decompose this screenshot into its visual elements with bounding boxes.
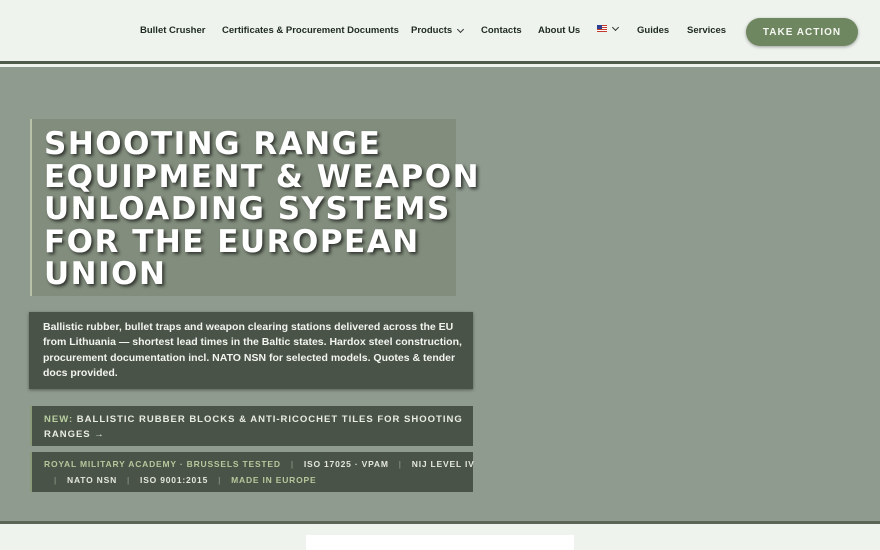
nav-products[interactable]: Products [411, 25, 465, 36]
hero-title: SHOOTING RANGE EQUIPMENT & WEAPON UNLOAD… [44, 126, 481, 292]
cert-iso-9001: ISO 9001:2015 [140, 475, 209, 485]
cert-separator: | [54, 475, 58, 485]
chevron-down-icon [611, 23, 620, 31]
nav-contacts[interactable]: Contacts [481, 25, 522, 36]
nav-about-us[interactable]: About Us [538, 25, 580, 36]
news-tag: NEW: [44, 414, 74, 425]
certifications-line-1: ROYAL MILITARY ACADEMY · BRUSSELS TESTED… [44, 459, 475, 469]
cert-separator: | [127, 475, 131, 485]
cert-made-in-europe: MADE IN EUROPE [231, 475, 317, 485]
nav-bullet-crusher[interactable]: Bullet Crusher [140, 25, 205, 36]
certifications-line-2: | NATO NSN | ISO 9001:2015 | MADE IN EUR… [44, 475, 316, 485]
cert-nij-level: NIJ LEVEL IV [411, 459, 475, 469]
cert-separator: | [218, 475, 222, 485]
news-link[interactable]: NEW: BALLISTIC RUBBER BLOCKS & ANTI-RICO… [44, 413, 464, 442]
cert-rma-tested: ROYAL MILITARY ACADEMY · BRUSSELS TESTED [44, 459, 281, 469]
nav-certificates[interactable]: Certificates & Procurement Documents [222, 25, 399, 36]
cert-iso-17025: ISO 17025 · VPAM [303, 459, 389, 469]
content-card-edge [306, 535, 574, 550]
hero-description: Ballistic rubber, bullet traps and weapo… [43, 321, 462, 379]
news-text: BALLISTIC RUBBER BLOCKS & ANTI-RICOCHET … [44, 414, 463, 440]
cert-nato-nsn: NATO NSN [67, 475, 118, 485]
us-flag-icon [597, 25, 607, 32]
nav-services[interactable]: Services [687, 25, 726, 36]
take-action-button[interactable]: TAKE ACTION [746, 18, 858, 46]
hero-divider [0, 521, 880, 524]
cert-separator: | [398, 459, 402, 469]
nav-guides[interactable]: Guides [637, 25, 669, 36]
chevron-down-icon [457, 25, 465, 33]
language-selector[interactable] [597, 23, 620, 32]
top-navigation-bar: Bullet Crusher Certificates & Procuremen… [0, 0, 880, 64]
certifications-panel [30, 452, 473, 492]
cert-separator: | [290, 459, 294, 469]
